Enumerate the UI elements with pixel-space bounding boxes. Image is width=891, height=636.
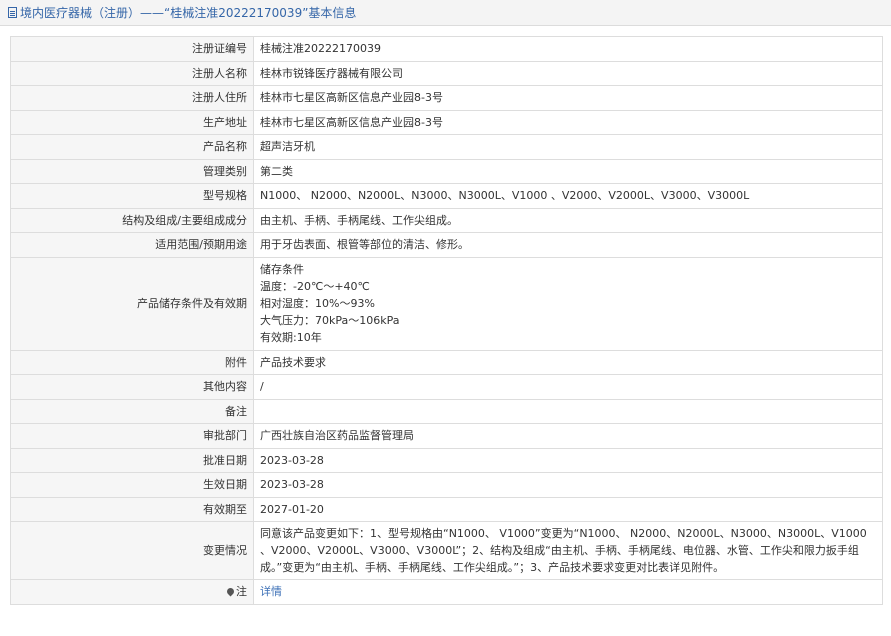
table-row: 生效日期 2023-03-28 [10,472,883,498]
field-label-effective-date: 生效日期 [10,472,254,498]
field-label-management-category: 管理类别 [10,158,254,184]
storage-line: 温度：-20℃～+40℃ [260,280,370,293]
table-row: 型号规格 N1000、 N2000、N2000L、N3000、N3000L、V1… [10,183,883,209]
storage-line: 有效期:10年 [260,331,322,344]
field-value-change: 同意该产品变更如下：1、型号规格由“N1000、 V1000”变更为“N1000… [253,521,883,580]
field-label-structure: 结构及组成/主要组成成分 [10,207,254,233]
field-value-registrant-address: 桂林市七星区高新区信息产业园8-3号 [253,85,883,111]
table-row: 备注 [10,398,883,424]
info-table: 注册证编号 桂械注准20222170039 注册人名称 桂林市锐锋医疗器械有限公… [10,36,883,605]
field-value-approval-dept: 广西壮族自治区药品监督管理局 [253,423,883,449]
field-label-storage: 产品储存条件及有效期 [10,256,254,351]
field-value-effective-date: 2023-03-28 [253,472,883,498]
field-label-product-name: 产品名称 [10,134,254,160]
field-value-management-category: 第二类 [253,158,883,184]
field-value-product-name: 超声洁牙机 [253,134,883,160]
page-header: 境内医疗器械（注册）——“桂械注准20222170039”基本信息 [0,0,891,26]
details-link[interactable]: 详情 [260,585,282,598]
field-label-registration-number: 注册证编号 [10,36,254,62]
table-row: 有效期至 2027-01-20 [10,496,883,522]
field-value-registration-number: 桂械注准20222170039 [253,36,883,62]
field-label-registrant-name: 注册人名称 [10,60,254,86]
table-row: 注册人住所 桂林市七星区高新区信息产业园8-3号 [10,85,883,111]
field-label-approval-dept: 审批部门 [10,423,254,449]
document-icon [8,7,17,18]
field-value-valid-until: 2027-01-20 [253,496,883,522]
field-value-scope: 用于牙齿表面、根管等部位的清洁、修形。 [253,232,883,258]
storage-line: 储存条件 [260,263,304,276]
field-value-note: 详情 [253,579,883,605]
table-row: 其他内容 / [10,374,883,400]
info-table-wrapper: 注册证编号 桂械注准20222170039 注册人名称 桂林市锐锋医疗器械有限公… [0,26,891,605]
table-row: 产品名称 超声洁牙机 [10,134,883,160]
field-label-model-spec: 型号规格 [10,183,254,209]
table-row: 批准日期 2023-03-28 [10,447,883,473]
field-value-attachment: 产品技术要求 [253,349,883,375]
table-row: 结构及组成/主要组成成分 由主机、手柄、手柄尾线、工作尖组成。 [10,207,883,233]
pin-icon [225,586,236,597]
storage-line: 大气压力：70kPa～106kPa [260,314,400,327]
field-value-storage: 储存条件 温度：-20℃～+40℃ 相对湿度：10%～93% 大气压力：70kP… [253,256,883,351]
field-label-change: 变更情况 [10,521,254,580]
field-label-remark: 备注 [10,398,254,424]
field-label-note: 注 [10,579,254,605]
field-label-attachment: 附件 [10,349,254,375]
field-label-scope: 适用范围/预期用途 [10,232,254,258]
table-row: 管理类别 第二类 [10,158,883,184]
note-label: 注 [236,585,247,599]
table-row: 注 详情 [10,579,883,605]
table-row: 产品储存条件及有效期 储存条件 温度：-20℃～+40℃ 相对湿度：10%～93… [10,256,883,351]
table-row: 注册人名称 桂林市锐锋医疗器械有限公司 [10,60,883,86]
field-value-structure: 由主机、手柄、手柄尾线、工作尖组成。 [253,207,883,233]
table-row: 审批部门 广西壮族自治区药品监督管理局 [10,423,883,449]
table-row: 注册证编号 桂械注准20222170039 [10,36,883,62]
storage-line: 相对湿度：10%～93% [260,297,375,310]
field-value-remark [253,398,883,424]
field-label-approval-date: 批准日期 [10,447,254,473]
field-value-production-address: 桂林市七星区高新区信息产业园8-3号 [253,109,883,135]
field-label-other: 其他内容 [10,374,254,400]
field-value-other: / [253,374,883,400]
field-label-valid-until: 有效期至 [10,496,254,522]
table-row: 适用范围/预期用途 用于牙齿表面、根管等部位的清洁、修形。 [10,232,883,258]
field-label-registrant-address: 注册人住所 [10,85,254,111]
field-value-approval-date: 2023-03-28 [253,447,883,473]
page-title: 境内医疗器械（注册）——“桂械注准20222170039”基本信息 [20,6,357,20]
field-value-registrant-name: 桂林市锐锋医疗器械有限公司 [253,60,883,86]
table-row: 附件 产品技术要求 [10,349,883,375]
field-label-production-address: 生产地址 [10,109,254,135]
table-row: 变更情况 同意该产品变更如下：1、型号规格由“N1000、 V1000”变更为“… [10,521,883,580]
table-row: 生产地址 桂林市七星区高新区信息产业园8-3号 [10,109,883,135]
field-value-model-spec: N1000、 N2000、N2000L、N3000、N3000L、V1000 、… [253,183,883,209]
